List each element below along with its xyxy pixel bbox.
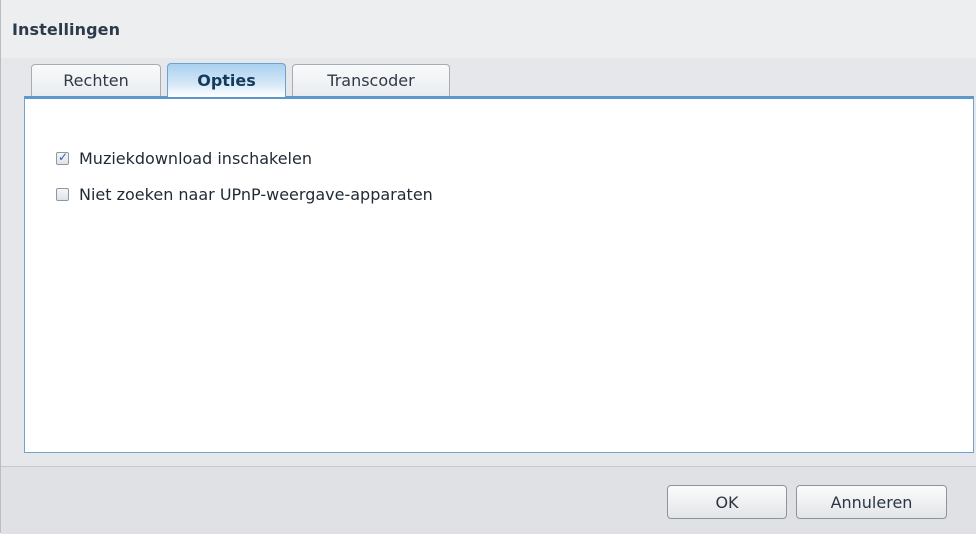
music-download-label[interactable]: Muziekdownload inschakelen <box>79 149 312 168</box>
checkmark-icon: ✓ <box>58 150 69 164</box>
dialog-title: Instellingen <box>12 20 121 39</box>
cancel-button[interactable]: Annuleren <box>796 485 947 519</box>
tab-opties[interactable]: Opties <box>167 63 286 97</box>
dialog-footer: OK Annuleren <box>1 466 976 534</box>
upnp-search-checkbox[interactable] <box>56 188 69 201</box>
option-music-download: ✓ Muziekdownload inschakelen <box>56 149 312 168</box>
settings-dialog: Instellingen Rechten Opties Transcoder ✓… <box>0 0 976 534</box>
tab-rechten[interactable]: Rechten <box>31 64 161 96</box>
option-upnp-search: Niet zoeken naar UPnP-weergave-apparaten <box>56 185 433 204</box>
tab-transcoder[interactable]: Transcoder <box>292 64 450 96</box>
music-download-checkbox[interactable]: ✓ <box>56 150 69 165</box>
upnp-search-label[interactable]: Niet zoeken naar UPnP-weergave-apparaten <box>79 185 433 204</box>
ok-button[interactable]: OK <box>667 485 787 519</box>
options-panel: ✓ Muziekdownload inschakelen Niet zoeken… <box>24 96 974 453</box>
title-bar: Instellingen <box>1 0 976 58</box>
